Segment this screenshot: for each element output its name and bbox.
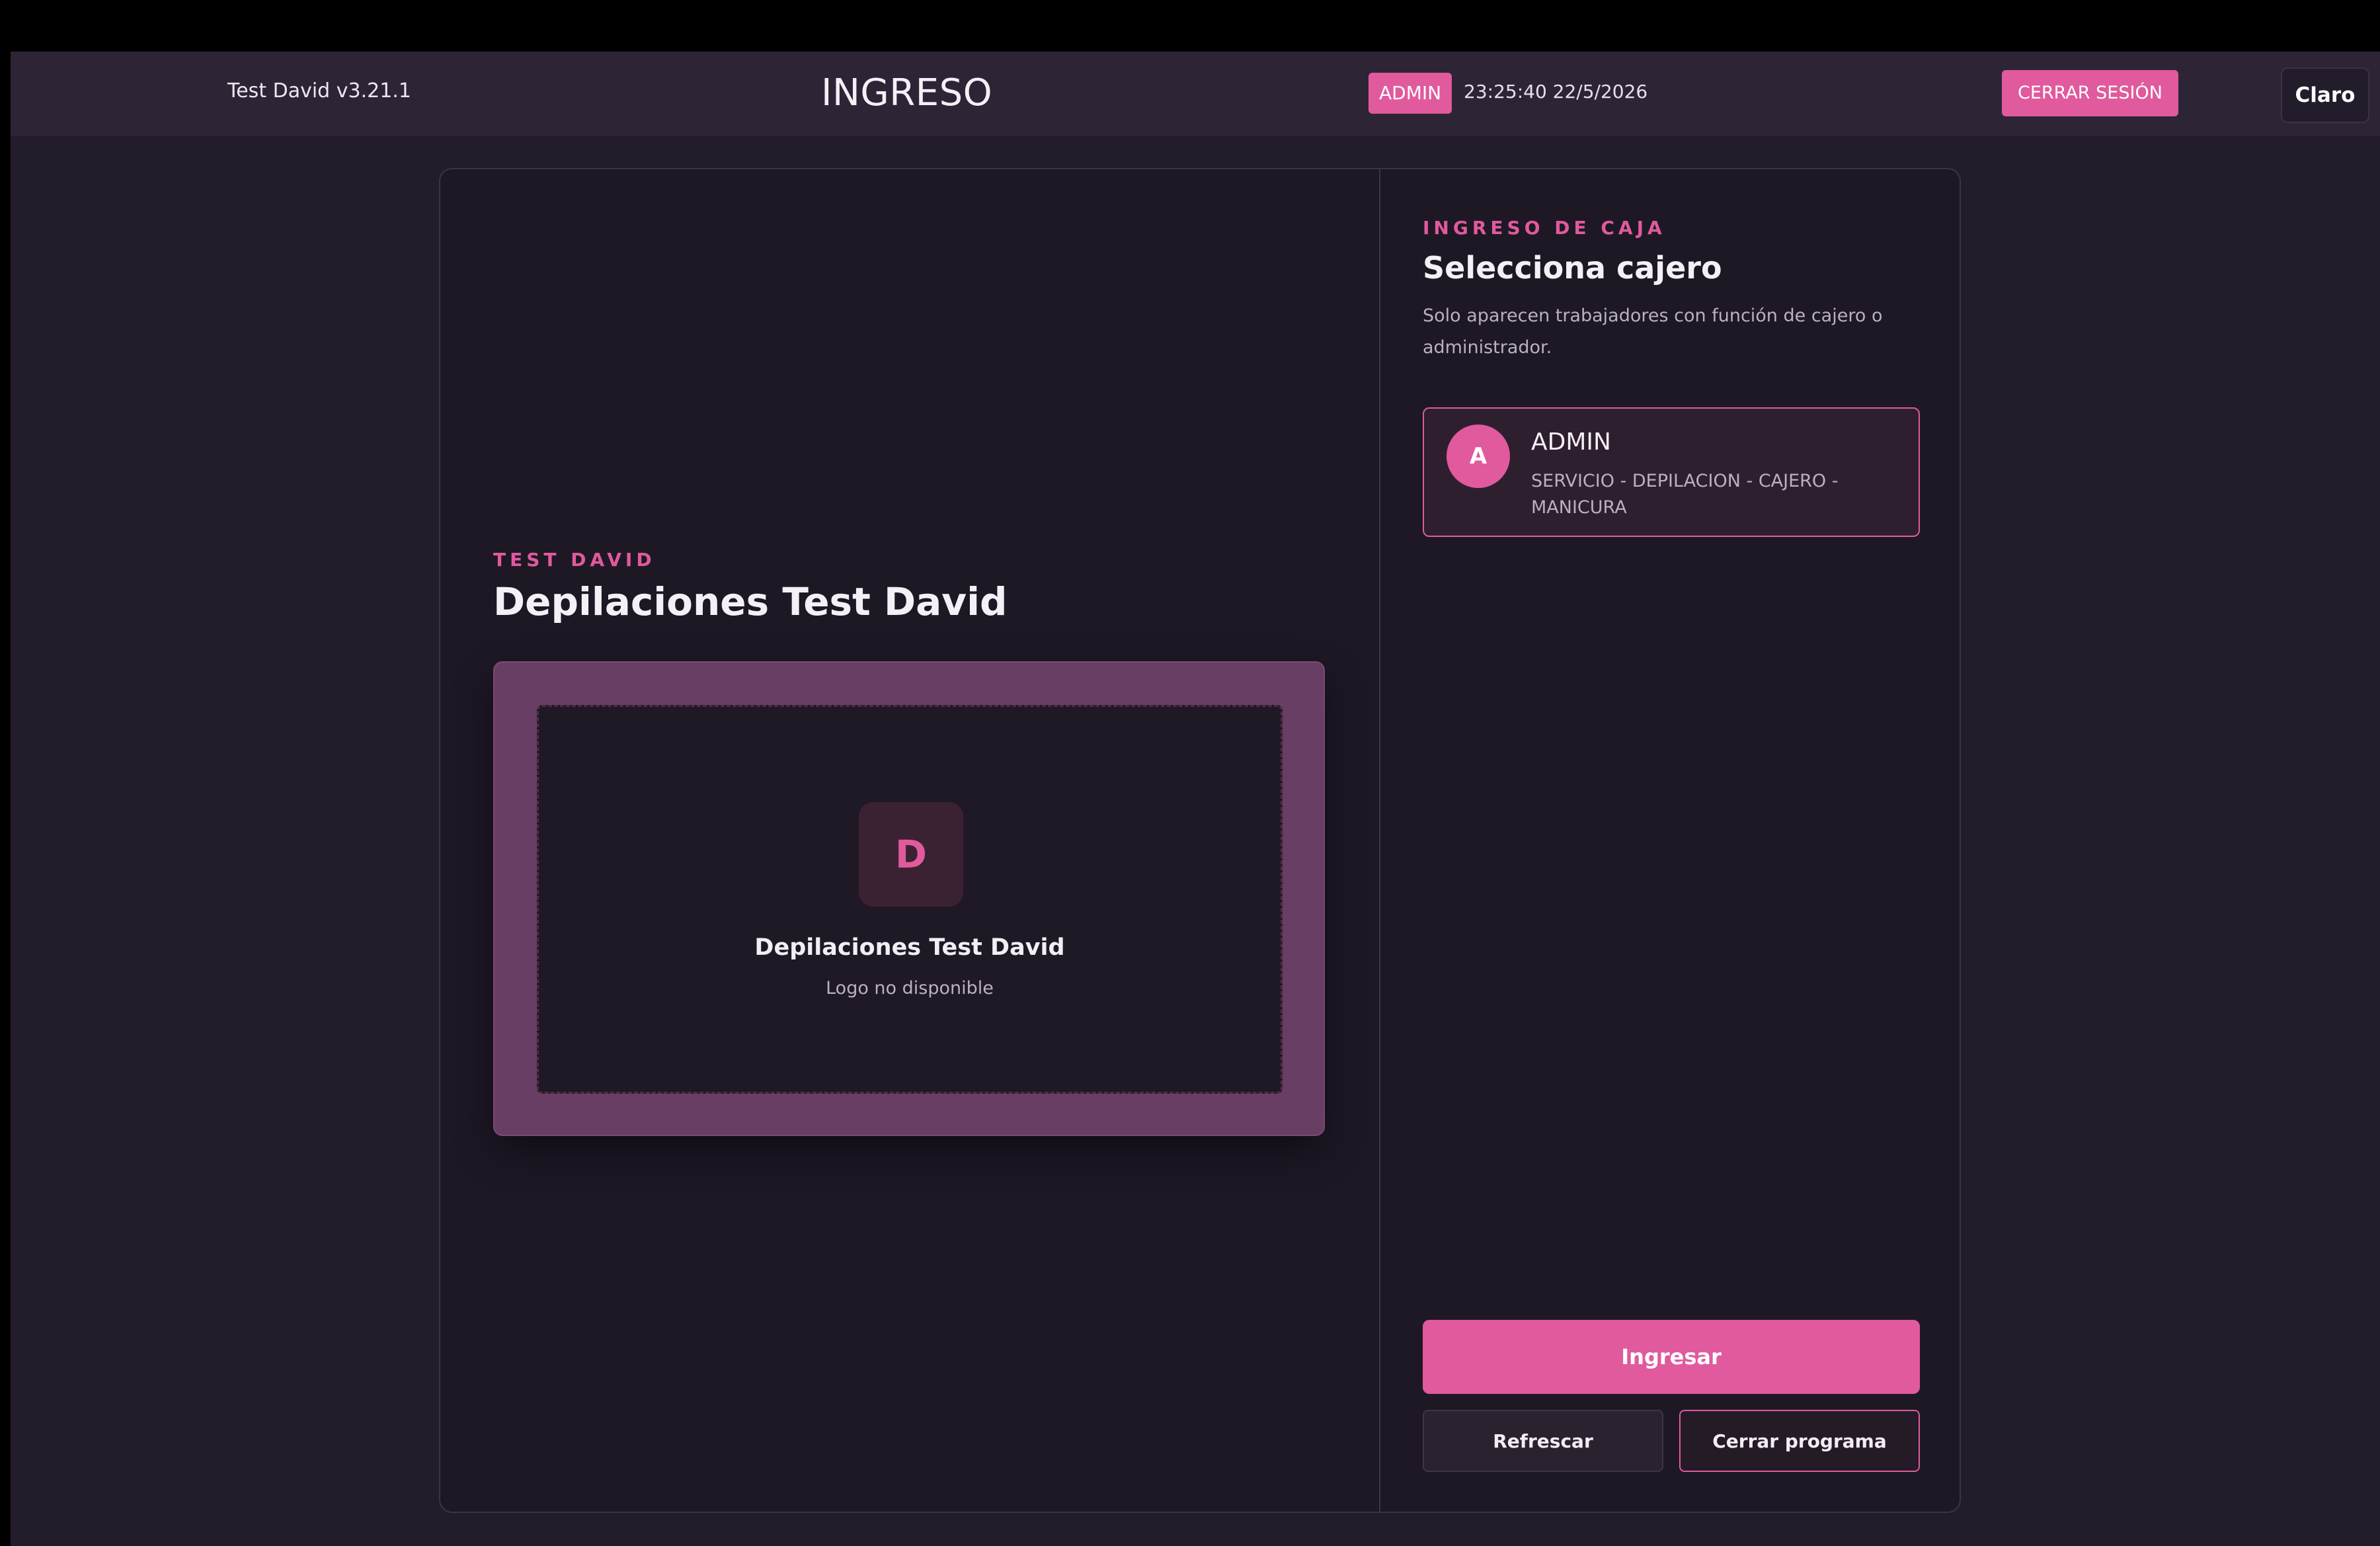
logo-frame: D Depilaciones Test David Logo no dispon… <box>493 661 1325 1136</box>
refresh-button[interactable]: Refrescar <box>1423 1410 1663 1472</box>
business-panel: TEST DAVID Depilaciones Test David D Dep… <box>440 169 1379 1512</box>
section-description: Solo aparecen trabajadores con función d… <box>1423 305 1883 358</box>
role-badge: ADMIN <box>1368 73 1452 114</box>
cashier-option-admin[interactable]: A ADMIN SERVICIO - DEPILACION - CAJERO -… <box>1423 407 1920 537</box>
section-eyebrow: INGRESO DE CAJA <box>1423 217 1666 239</box>
page-title: INGRESO <box>821 71 993 114</box>
theme-toggle-button[interactable]: Claro <box>2281 67 2369 123</box>
logout-button[interactable]: CERRAR SESIÓN <box>2002 70 2178 116</box>
top-bar: Test David v3.21.1 INGRESO ADMIN 23:25:4… <box>11 52 2380 136</box>
app-window: Test David v3.21.1 INGRESO ADMIN 23:25:4… <box>11 52 2380 1546</box>
avatar: A <box>1447 425 1510 488</box>
app-version-label: Test David v3.21.1 <box>227 79 411 102</box>
enter-button[interactable]: Ingresar <box>1423 1320 1920 1394</box>
cashier-roles: SERVICIO - DEPILACION - CAJERO - MANICUR… <box>1531 471 1839 518</box>
logo-unavailable-note: Logo no disponible <box>826 978 994 998</box>
close-program-button[interactable]: Cerrar programa <box>1679 1410 1920 1472</box>
login-card: TEST DAVID Depilaciones Test David D Dep… <box>439 168 1961 1513</box>
business-eyebrow: TEST DAVID <box>493 549 656 571</box>
business-name: Depilaciones Test David <box>493 579 1008 624</box>
section-title: Selecciona cajero <box>1423 250 1722 286</box>
logo-caption: Depilaciones Test David <box>754 934 1065 961</box>
cashier-name: ADMIN <box>1531 428 1611 456</box>
logo-placeholder: D Depilaciones Test David Logo no dispon… <box>537 705 1283 1094</box>
cashier-panel: INGRESO DE CAJA Selecciona cajero Solo a… <box>1380 169 1960 1512</box>
logo-initial: D <box>859 802 963 907</box>
datetime-label: 23:25:40 22/5/2026 <box>1464 81 1648 102</box>
